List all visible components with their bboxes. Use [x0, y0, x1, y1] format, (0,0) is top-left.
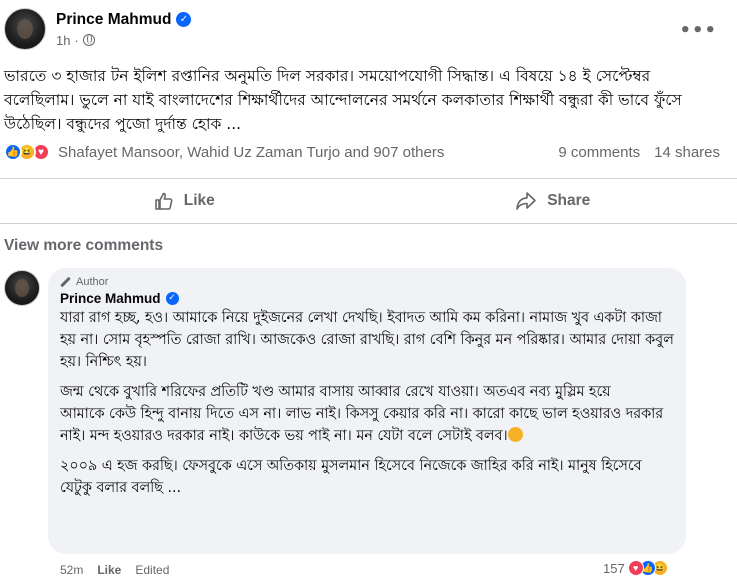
comments-count[interactable]: 9 comments [558, 144, 640, 161]
author-avatar[interactable] [4, 8, 46, 50]
author-name-row: Prince Mahmud ✓ [56, 11, 192, 29]
share-label: Share [547, 192, 591, 209]
shares-count[interactable]: 14 shares [654, 144, 720, 161]
comment-para2-line2-wrap: আমাকে কেউ হিন্দু বানায় দিতে এস না। লাভ … [60, 403, 674, 447]
commenter-avatar[interactable] [4, 270, 40, 306]
smile-emoji-icon [507, 427, 523, 442]
pen-icon [60, 277, 71, 288]
comment-edited-label[interactable]: Edited [135, 563, 169, 577]
author-name[interactable]: Prince Mahmud [56, 11, 171, 29]
comment-reaction-count: 157 [603, 560, 625, 576]
author-badge-label: Author [76, 276, 109, 288]
comment-para2-line1: জন্ম থেকে বুখারি শরিফের প্রতিটি খণ্ড আমা… [60, 384, 611, 400]
view-more-comments-link[interactable]: View more comments [4, 237, 163, 255]
post-body: ভারতে ৩ হাজার টন ইলিশ রপ্তানির অনুমতি দি… [4, 67, 682, 133]
comment-para1-text: যারা রাগ হচ্ছ, হও। আমাকে নিয়ে দুইজনের ল… [60, 310, 674, 370]
post-time[interactable]: 1h [56, 33, 70, 48]
comment-like-button[interactable]: Like [97, 563, 121, 577]
comment-paragraph-2: জন্ম থেকে বুখারি শরিফের প্রতিটি খণ্ড আমা… [60, 381, 674, 447]
comment-text: যারা রাগ হচ্ছ, হও। আমাকে নিয়ে দুইজনের ল… [60, 307, 674, 499]
globe-icon[interactable] [82, 34, 95, 46]
comment-reactions[interactable]: 157 ♥ 👍 😆 [603, 560, 668, 576]
thumbs-up-icon [154, 192, 173, 210]
divider-top [0, 178, 737, 179]
like-label: Like [183, 192, 215, 209]
comment-author-row: Prince Mahmud ✓ [60, 291, 674, 306]
comment-time[interactable]: 52m [60, 563, 83, 577]
comment-para2-line2: আমাকে কেউ হিন্দু বানায় দিতে এস না। লাভ … [60, 406, 664, 444]
comment-author-name[interactable]: Prince Mahmud [60, 291, 161, 306]
reactions-row: 👍 😆 ♥ Shafayet Mansoor, Wahid Uz Zaman T… [4, 143, 720, 161]
comment-actions: 52m Like Edited [60, 563, 169, 577]
share-arrow-icon [516, 192, 537, 210]
comment-bubble: Author Prince Mahmud ✓ যারা রাগ হচ্ছ, হও… [48, 268, 686, 554]
verified-badge-icon: ✓ [165, 292, 179, 305]
reactions-summary[interactable]: 👍 😆 ♥ Shafayet Mansoor, Wahid Uz Zaman T… [4, 143, 444, 161]
comment-paragraph-3: ২০০৯ এ হজ করছি। ফেসবুকে এসে অতিকায় মুসল… [60, 455, 674, 499]
post-meta: 1h · [56, 33, 191, 48]
reactors-text[interactable]: Shafayet Mansoor, Wahid Uz Zaman Turjo a… [58, 144, 444, 161]
share-button[interactable]: Share [369, 185, 737, 217]
post-header: Prince Mahmud ✓ 1h · [4, 8, 192, 50]
like-reaction-icon: 👍 [4, 143, 22, 161]
divider-bottom [0, 223, 737, 224]
love-reaction-icon: ♥ [627, 560, 644, 576]
engagement-counts: 9 comments 14 shares [558, 144, 720, 161]
meta-separator: · [74, 32, 79, 48]
verified-badge-icon: ✓ [176, 12, 192, 27]
comment-para3-text: ২০০৯ এ হজ করছি। ফেসবুকে এসে অতিকায় মুসল… [60, 458, 642, 496]
more-options-icon[interactable]: ••• [679, 20, 717, 41]
comment-paragraph-1: যারা রাগ হচ্ছ, হও। আমাকে নিয়ে দুইজনের ল… [60, 307, 674, 373]
like-button[interactable]: Like [0, 185, 369, 217]
post-actions: Like Share [0, 185, 737, 217]
post-header-text: Prince Mahmud ✓ 1h · [56, 11, 192, 48]
author-badge: Author [60, 276, 674, 288]
